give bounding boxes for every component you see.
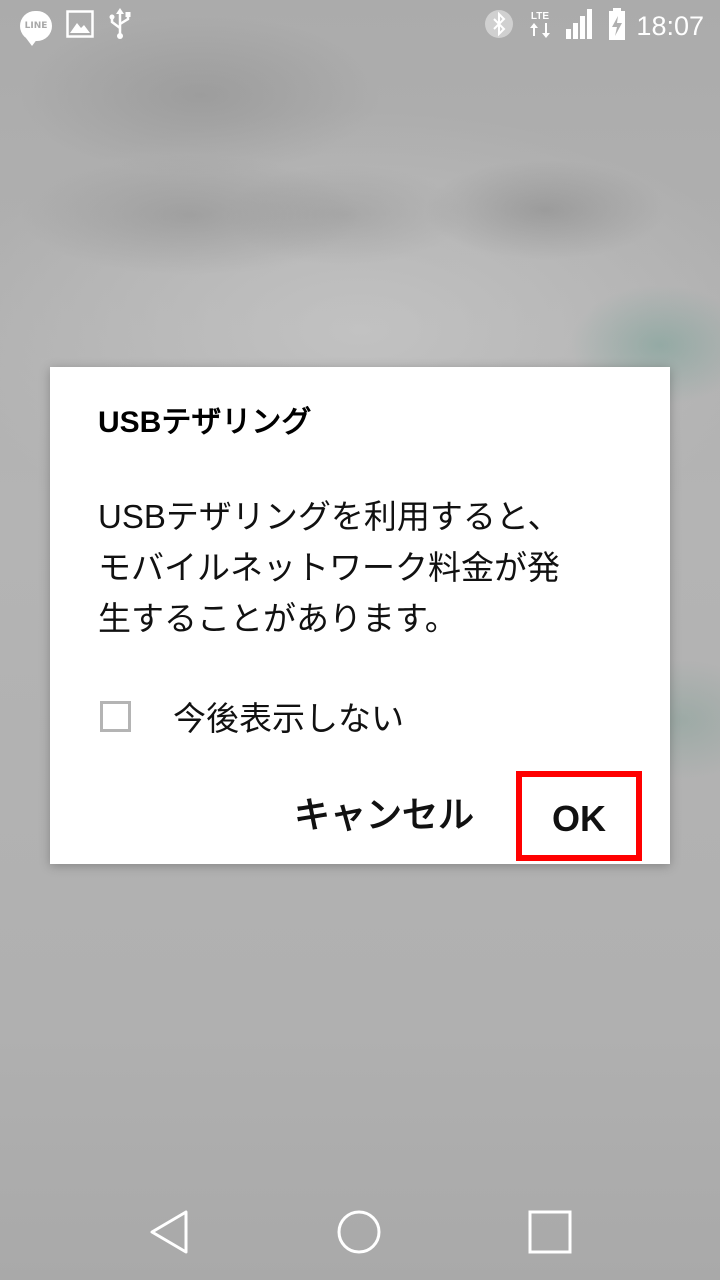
- usb-icon: [108, 8, 132, 44]
- dont-show-again-checkbox[interactable]: [100, 700, 131, 732]
- recent-apps-icon[interactable]: [526, 1208, 574, 1256]
- gallery-icon: [66, 10, 94, 42]
- dialog-message-line: モバイルネットワーク料金が発: [98, 549, 560, 586]
- ok-button[interactable]: OK: [516, 771, 642, 861]
- battery-charging-icon: [608, 8, 626, 44]
- bluetooth-icon: [484, 9, 514, 43]
- lte-icon: LTE: [528, 8, 552, 44]
- status-bar: LINE LTE 18:07: [0, 0, 720, 50]
- dialog-message-line: 生することがあります。: [98, 600, 458, 637]
- dialog-message-line: USBテザリングを利用すると、: [98, 498, 561, 535]
- cancel-button[interactable]: キャンセル: [286, 790, 482, 840]
- usb-tethering-dialog: USBテザリング USBテザリングを利用すると、 モバイルネットワーク料金が発 …: [50, 367, 670, 864]
- notification-icons: LINE: [20, 8, 146, 46]
- dialog-message: USBテザリングを利用すると、 モバイルネットワーク料金が発 生することがありま…: [98, 491, 628, 644]
- line-app-icon: LINE: [20, 11, 52, 46]
- home-icon[interactable]: [335, 1208, 383, 1256]
- navigation-bar: [0, 1180, 720, 1280]
- lte-label: LTE: [531, 11, 549, 22]
- dont-show-again-row[interactable]: 今後表示しない: [100, 692, 404, 740]
- dialog-title: USBテザリング: [98, 406, 312, 439]
- back-icon[interactable]: [146, 1208, 194, 1256]
- clock: 18:07: [636, 10, 704, 41]
- signal-icon: [566, 9, 594, 43]
- dont-show-again-label: 今後表示しない: [173, 700, 404, 737]
- system-icons: LTE 18:07: [484, 8, 704, 44]
